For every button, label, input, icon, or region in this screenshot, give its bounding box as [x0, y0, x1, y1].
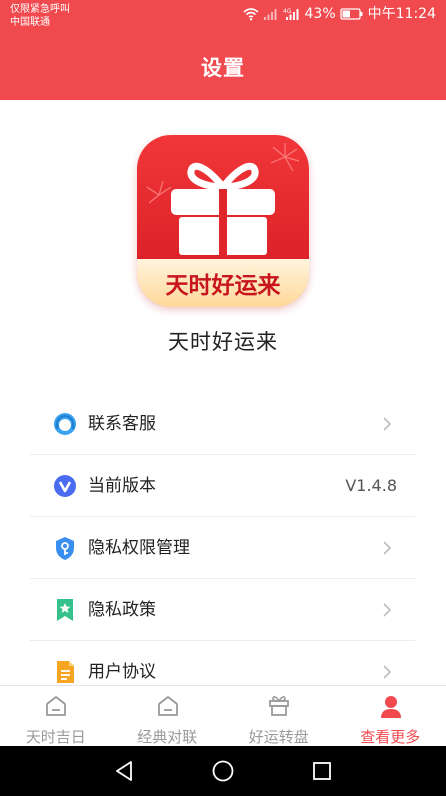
signal-strong-icon: 4G	[283, 8, 299, 20]
tab-label: 天时吉日	[25, 728, 86, 746]
battery-percent: 43%	[304, 6, 336, 22]
tab-label: 查看更多	[360, 728, 421, 746]
tab-view-more[interactable]: 查看更多	[335, 686, 446, 747]
home-icon	[157, 696, 178, 716]
menu-item-customer-service[interactable]: 联系客服	[30, 393, 415, 455]
settings-menu: 联系客服 当前版本 V1.4.8 隐私权限管理 隐私政策 用户协议	[30, 393, 415, 703]
menu-item-privacy-policy[interactable]: 隐私政策	[30, 579, 415, 641]
tab-label: 好运转盘	[248, 728, 309, 746]
recents-icon[interactable]	[311, 759, 333, 783]
logo-text: 天时好运来	[166, 273, 282, 299]
chevron-right-icon	[383, 603, 392, 617]
app-logo: 天时好运来	[137, 135, 309, 307]
menu-item-privacy-permission[interactable]: 隐私权限管理	[30, 517, 415, 579]
menu-item-label: 隐私权限管理	[88, 538, 190, 558]
gift-box-icon	[269, 696, 289, 716]
status-right: 4G 43% 中午11:24	[242, 5, 436, 23]
tab-lucky-wheel[interactable]: 好运转盘	[223, 686, 335, 747]
user-icon	[380, 696, 401, 718]
chevron-right-icon	[383, 665, 392, 679]
bottom-tab-bar: 天时吉日 经典对联 好运转盘 查看更多	[0, 685, 446, 746]
privacy-permission-icon	[56, 537, 74, 560]
chevron-right-icon	[383, 417, 392, 431]
user-agreement-icon	[57, 661, 74, 683]
menu-item-label: 隐私政策	[88, 600, 156, 620]
menu-item-label: 当前版本	[88, 476, 156, 496]
status-left: 仅限紧急呼叫 中国联通	[10, 3, 70, 29]
system-navigation-bar	[0, 746, 446, 796]
chevron-right-icon	[383, 541, 392, 555]
settings-screen: 仅限紧急呼叫 中国联通 4G 43% 中午11:24 设置 天时好运来 天时好运…	[0, 0, 446, 796]
home-circle-icon[interactable]	[211, 759, 235, 783]
page-title: 设置	[201, 56, 245, 80]
battery-icon	[339, 8, 363, 20]
menu-item-label: 用户协议	[88, 662, 156, 682]
carrier-text: 中国联通	[10, 17, 50, 28]
customer-service-icon	[54, 413, 76, 435]
version-value: V1.4.8	[345, 476, 397, 495]
version-icon	[54, 475, 76, 497]
app-name: 天时好运来	[168, 330, 278, 354]
tab-auspicious-days[interactable]: 天时吉日	[0, 686, 112, 747]
tab-classic-couplets[interactable]: 经典对联	[112, 686, 224, 747]
home-icon	[46, 696, 66, 716]
menu-item-version[interactable]: 当前版本 V1.4.8	[30, 455, 415, 517]
signal-weak-icon	[263, 9, 277, 20]
svg-text:4G: 4G	[283, 8, 292, 15]
tab-label: 经典对联	[137, 728, 198, 746]
gift-logo-icon: 天时好运来	[137, 143, 309, 307]
privacy-policy-icon	[57, 599, 73, 621]
header-bar: 仅限紧急呼叫 中国联通 4G 43% 中午11:24 设置	[0, 0, 446, 100]
wifi-icon	[242, 8, 259, 21]
back-icon[interactable]	[113, 759, 135, 783]
menu-item-label: 联系客服	[88, 414, 156, 434]
clock-text: 中午11:24	[367, 6, 436, 22]
status-emergency-text: 仅限紧急呼叫	[10, 4, 70, 15]
